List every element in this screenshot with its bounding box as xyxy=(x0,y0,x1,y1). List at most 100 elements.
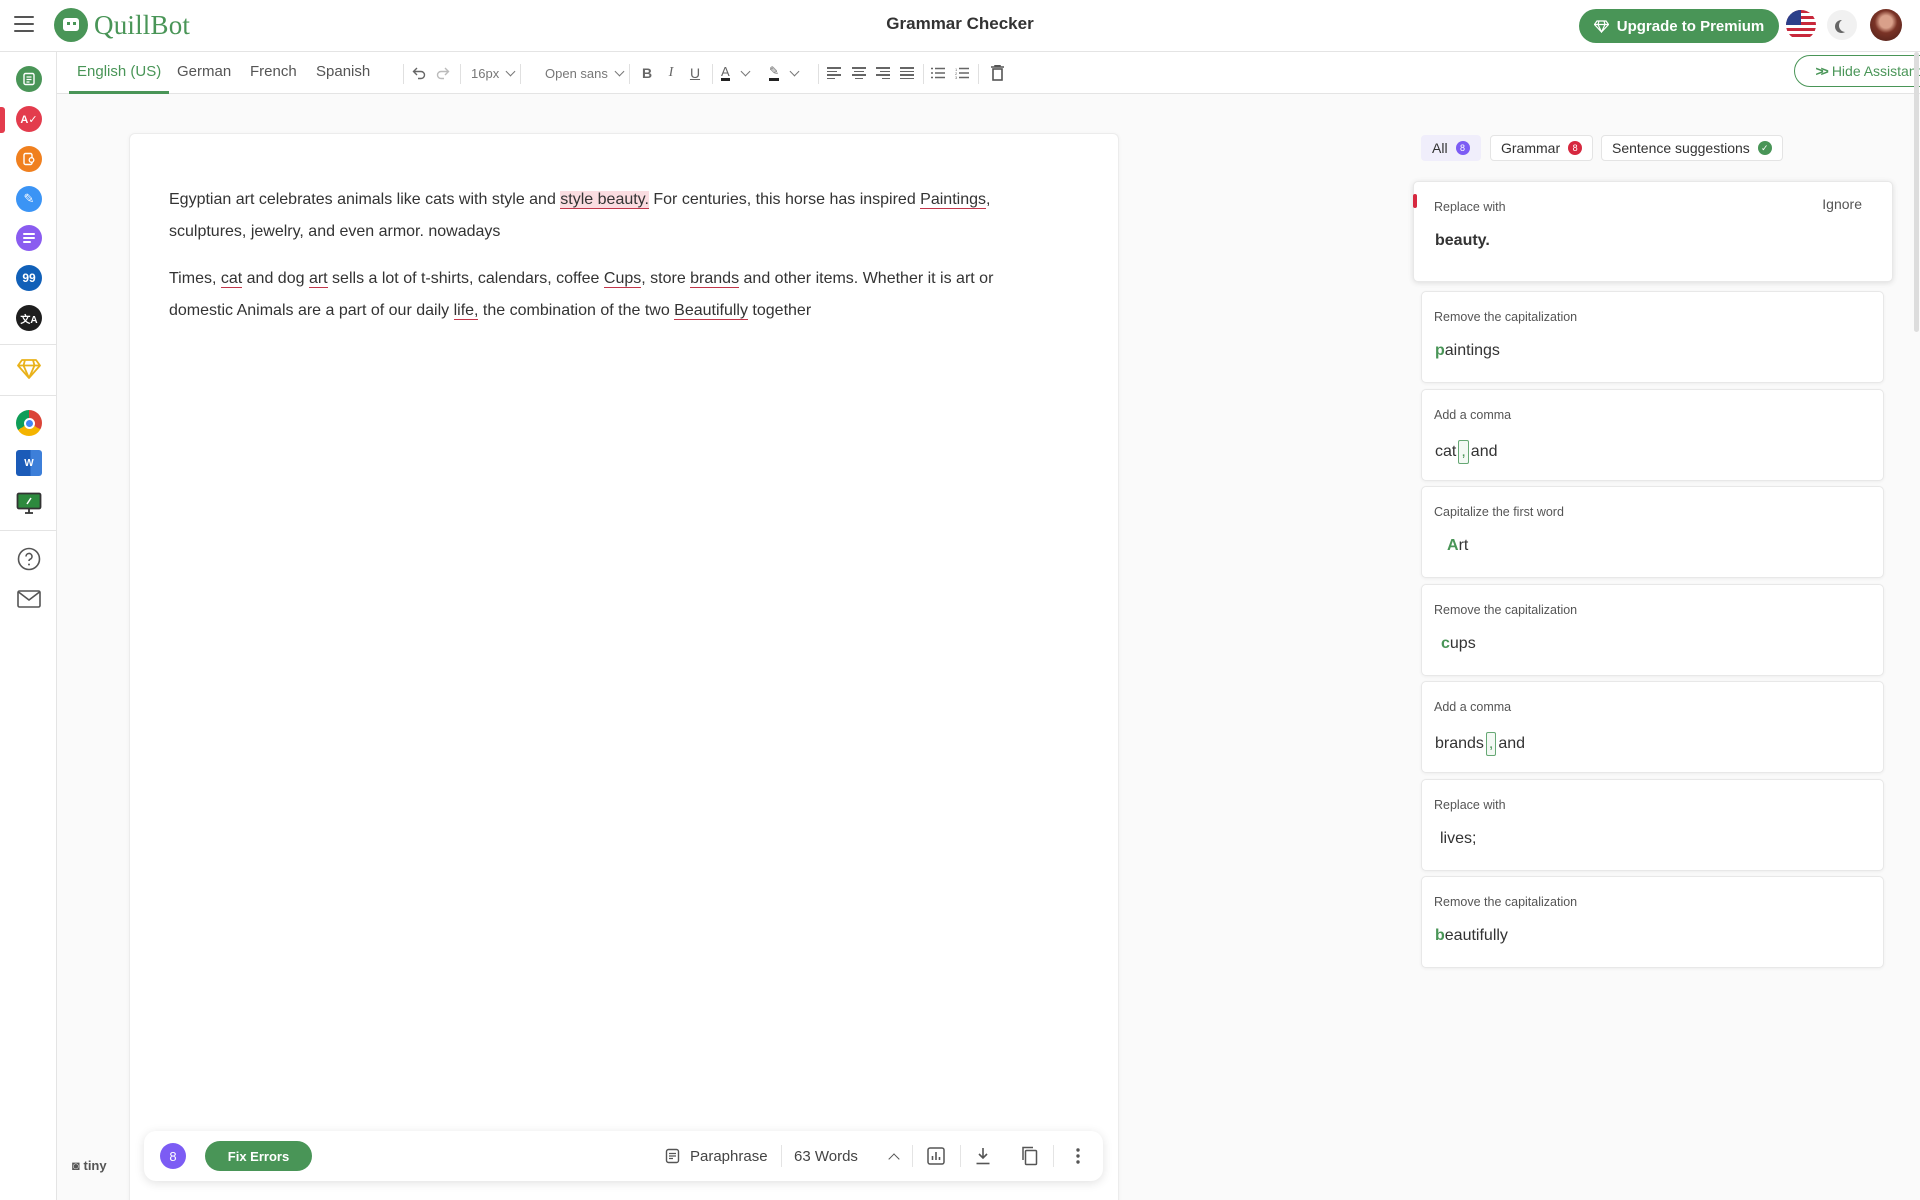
help-icon[interactable] xyxy=(16,546,42,572)
tab-german[interactable]: German xyxy=(169,52,239,94)
suggestion-replacement[interactable]: cups xyxy=(1441,635,1476,653)
paraphrase-icon xyxy=(665,1148,680,1164)
plagiarism-checker-icon[interactable] xyxy=(16,146,42,172)
numbered-list-button[interactable]: 123 xyxy=(954,62,970,84)
justify-button[interactable] xyxy=(899,62,915,84)
formatting-toolbar: English (US) German French Spanish 16px … xyxy=(57,52,1920,94)
bullet-list-button[interactable] xyxy=(930,62,946,84)
redo-button[interactable] xyxy=(433,62,453,84)
font-size-value: 16px xyxy=(471,65,500,81)
filter-grammar-label: Grammar xyxy=(1501,140,1561,156)
paraphraser-icon[interactable] xyxy=(16,66,42,92)
suggestion-replacement[interactable]: paintings xyxy=(1435,342,1500,360)
suggestion-card[interactable]: Remove the capitalization cups xyxy=(1421,584,1884,676)
suggestion-card[interactable]: Add a comma cat, and xyxy=(1421,389,1884,481)
grammar-checker-icon[interactable]: A✓ xyxy=(16,106,42,132)
align-right-button[interactable] xyxy=(875,62,891,84)
suggestion-card[interactable]: Replace with lives; xyxy=(1421,779,1884,871)
diamond-icon xyxy=(1593,19,1609,33)
align-center-button[interactable] xyxy=(851,62,867,84)
filter-all-count: 8 xyxy=(1455,141,1470,155)
us-flag-icon[interactable] xyxy=(1786,10,1816,40)
error-cat[interactable]: cat xyxy=(220,270,243,288)
fix-errors-button[interactable]: Fix Errors xyxy=(205,1141,312,1171)
bottom-bar-divider xyxy=(781,1145,782,1167)
underline-button[interactable]: U xyxy=(687,62,703,84)
tab-spanish[interactable]: Spanish xyxy=(308,52,378,94)
paraphrase-button[interactable]: Paraphrase xyxy=(665,1131,768,1181)
context-before: brands xyxy=(1435,735,1484,752)
download-icon xyxy=(976,1148,990,1165)
suggestion-replacement[interactable]: Art xyxy=(1447,537,1468,555)
error-beautifully[interactable]: Beautifully xyxy=(674,302,748,320)
suggestion-replacement[interactable]: beautifully xyxy=(1435,927,1508,945)
dark-mode-toggle[interactable] xyxy=(1827,10,1857,40)
trash-icon xyxy=(990,65,1004,81)
tab-english-us[interactable]: English (US) xyxy=(69,52,170,94)
font-family-select[interactable]: Open sans xyxy=(545,62,625,84)
undo-button[interactable] xyxy=(409,62,429,84)
upgrade-to-premium-button[interactable]: Upgrade to Premium xyxy=(1579,9,1779,43)
ignore-button[interactable]: Ignore xyxy=(1822,196,1862,212)
italic-button[interactable]: I xyxy=(663,62,679,84)
error-cups[interactable]: Cups xyxy=(603,270,642,288)
more-options-button[interactable] xyxy=(1076,1131,1080,1181)
bold-button[interactable]: B xyxy=(639,62,655,84)
editor-text-area[interactable]: Egyptian art celebrates animals like cat… xyxy=(169,184,1049,342)
check-circle-icon: ✓ xyxy=(1757,141,1772,155)
suggestion-card[interactable]: Remove the capitalization paintings xyxy=(1421,291,1884,383)
filter-sentence-suggestions[interactable]: Sentence suggestions ✓ xyxy=(1601,135,1783,161)
download-button[interactable] xyxy=(975,1131,991,1181)
align-left-button[interactable] xyxy=(826,62,842,84)
suggestion-type: Remove the capitalization xyxy=(1434,895,1578,909)
page-scrollbar[interactable] xyxy=(1914,52,1919,332)
statistics-button[interactable] xyxy=(927,1131,945,1181)
menu-icon[interactable] xyxy=(14,16,34,32)
quillbot-logo[interactable]: QuillBot xyxy=(54,8,190,42)
copy-button[interactable] xyxy=(1020,1131,1038,1181)
toolbar-divider xyxy=(629,64,630,84)
translator-icon[interactable]: 文A xyxy=(16,305,42,331)
suggestion-replacement[interactable]: brands, and xyxy=(1435,732,1525,756)
citation-generator-icon[interactable]: 99 xyxy=(16,265,42,291)
suggestion-card-active[interactable]: Replace with Ignore beauty. xyxy=(1413,181,1893,282)
suggestion-card[interactable]: Capitalize the first word Art xyxy=(1421,486,1884,578)
toolbar-divider xyxy=(403,64,404,84)
hide-assistant-button[interactable]: >> Hide Assistant xyxy=(1794,55,1920,87)
filter-grammar[interactable]: Grammar 8 xyxy=(1490,135,1594,161)
suggestion-replacement[interactable]: cat, and xyxy=(1435,440,1498,464)
changed-letter: c xyxy=(1441,635,1450,652)
error-art[interactable]: art xyxy=(308,270,328,288)
rail-divider xyxy=(0,530,56,531)
error-paintings[interactable]: Paintings xyxy=(920,191,986,209)
suggestion-card[interactable]: Add a comma brands, and xyxy=(1421,681,1884,773)
delete-all-button[interactable] xyxy=(989,62,1005,84)
error-brands[interactable]: brands xyxy=(690,270,740,288)
premium-diamond-icon[interactable] xyxy=(16,356,42,382)
suggestion-replacement[interactable]: beauty. xyxy=(1435,232,1490,250)
text-segment: Times, xyxy=(169,270,221,287)
filter-all[interactable]: All 8 xyxy=(1421,135,1481,161)
word-addin-icon[interactable]: W xyxy=(16,450,42,476)
word-count-expand-button[interactable] xyxy=(888,1131,900,1181)
chrome-extension-icon[interactable] xyxy=(16,410,42,436)
top-bar: QuillBot Grammar Checker Upgrade to Prem… xyxy=(0,0,1920,52)
text-color-button[interactable]: A xyxy=(721,62,751,84)
align-right-icon xyxy=(876,67,890,79)
chevron-up-icon xyxy=(888,1152,900,1165)
filter-sentence-label: Sentence suggestions xyxy=(1612,140,1750,156)
tab-french[interactable]: French xyxy=(242,52,305,94)
highlight-color-button[interactable]: ✎ xyxy=(769,62,800,84)
mail-icon[interactable] xyxy=(16,586,42,612)
error-style-beauty[interactable]: style beauty. xyxy=(560,191,649,209)
error-life[interactable]: life, xyxy=(453,302,479,320)
desktop-app-icon[interactable] xyxy=(16,490,42,516)
suggestion-card[interactable]: Remove the capitalization beautifully xyxy=(1421,876,1884,968)
user-avatar[interactable] xyxy=(1870,9,1902,41)
filter-all-label: All xyxy=(1432,140,1448,156)
filter-grammar-count: 8 xyxy=(1568,141,1583,155)
summarizer-icon[interactable] xyxy=(16,225,42,251)
suggestion-replacement[interactable]: lives; xyxy=(1440,830,1476,848)
ai-writer-icon[interactable]: ✎ xyxy=(16,186,42,212)
font-size-select[interactable]: 16px xyxy=(471,62,516,84)
